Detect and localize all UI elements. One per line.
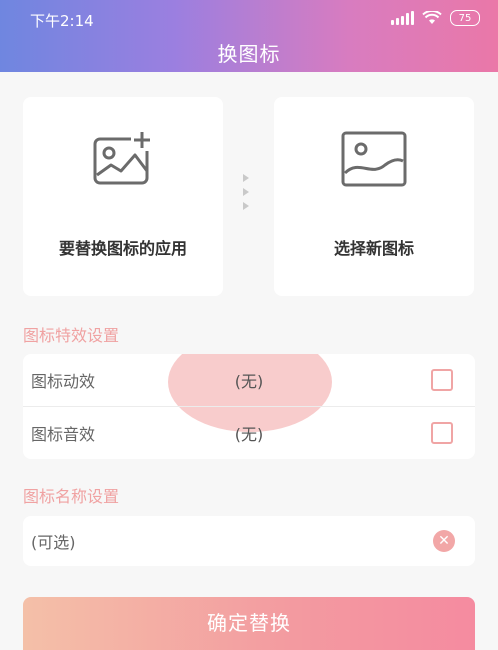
effects-panel: 图标动效 (无) 图标音效 (无) <box>23 354 475 459</box>
image-add-icon <box>91 129 155 191</box>
battery-icon: 75 <box>450 10 480 26</box>
page-title: 换图标 <box>217 42 281 66</box>
effects-section-title: 图标特效设置 <box>23 326 120 345</box>
confirm-replace-button[interactable]: 确定替换 <box>23 597 475 650</box>
icon-name-input[interactable]: (可选) ✕ <box>23 516 475 566</box>
status-time: 下午2:14 <box>30 12 94 30</box>
icon-animation-checkbox[interactable] <box>431 369 453 391</box>
icon-animation-row[interactable]: 图标动效 (无) <box>23 354 475 432</box>
source-app-card[interactable]: 要替换图标的应用 <box>23 97 223 296</box>
signal-icon <box>391 11 414 25</box>
image-icon <box>341 129 407 191</box>
wifi-icon <box>422 11 442 24</box>
icon-sound-value: (无) <box>234 425 264 444</box>
clear-icon[interactable]: ✕ <box>433 530 455 552</box>
new-icon-card[interactable]: 选择新图标 <box>274 97 474 296</box>
top-bar: 下午2:14 75 换图标 <box>0 0 498 72</box>
icon-sound-row[interactable]: 图标音效 (无) <box>23 406 475 459</box>
new-icon-label: 选择新图标 <box>333 239 414 258</box>
source-app-label: 要替换图标的应用 <box>58 239 187 258</box>
icon-animation-value: (无) <box>234 372 264 391</box>
status-icons: 75 <box>391 10 480 26</box>
icon-sound-checkbox[interactable] <box>431 422 453 444</box>
naming-section-title: 图标名称设置 <box>23 487 120 506</box>
icon-name-placeholder: (可选) <box>31 533 76 552</box>
arrow-right-icon <box>243 174 249 210</box>
naming-panel: (可选) ✕ <box>23 516 475 566</box>
